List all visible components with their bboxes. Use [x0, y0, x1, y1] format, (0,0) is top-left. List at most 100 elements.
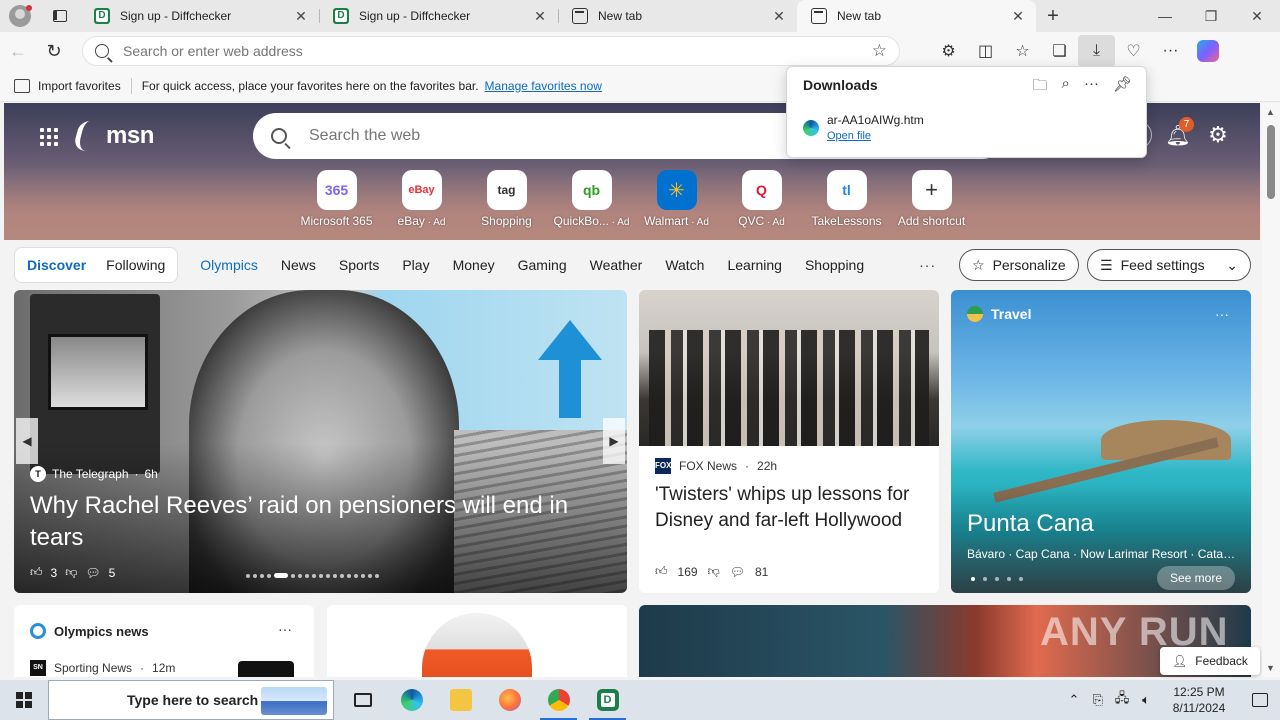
shortcut-takelessons[interactable]: tl TakeLessons: [804, 170, 889, 228]
shortcut-ebay[interactable]: eBay eBay · Ad: [379, 170, 464, 228]
restore-button[interactable]: ❐: [1188, 0, 1234, 32]
tab-newtab-active[interactable]: New tab ✕: [797, 0, 1036, 32]
tab-newtab-1[interactable]: New tab ✕: [558, 0, 797, 32]
chrome-icon[interactable]: [534, 680, 583, 720]
feed-settings-button[interactable]: ☰ Feed settings ⌄: [1087, 249, 1251, 281]
pin-icon[interactable]: 📌︎: [1113, 75, 1132, 100]
msn-logo[interactable]: msn: [71, 121, 154, 151]
nav-gaming[interactable]: Gaming: [518, 257, 567, 273]
shortcut-add[interactable]: + Add shortcut: [889, 170, 974, 228]
profile-button[interactable]: [0, 0, 40, 32]
back-button[interactable]: ←: [0, 35, 36, 67]
tab-diffchecker-1[interactable]: D Sign up - Diffchecker ✕: [80, 0, 319, 32]
address-bar[interactable]: ☆: [82, 36, 900, 66]
new-tab-button[interactable]: +: [1036, 0, 1070, 32]
extensions-icon[interactable]: ⚙: [930, 35, 967, 67]
performance-icon[interactable]: ♡: [1115, 35, 1152, 67]
close-icon[interactable]: ✕: [532, 8, 548, 25]
network-icon[interactable]: 🖧︎: [1110, 689, 1134, 711]
task-view-icon[interactable]: [338, 680, 387, 720]
feedback-button[interactable]: 👤︎ Feedback: [1160, 647, 1260, 675]
diffchecker-taskbar-icon[interactable]: D: [583, 680, 632, 720]
like-icon[interactable]: 👍︎: [655, 564, 668, 579]
close-icon[interactable]: ✕: [293, 8, 309, 25]
more-options-icon[interactable]: ···: [278, 621, 292, 637]
scroll-up-arrow[interactable]: ▲: [1266, 107, 1275, 117]
shortcut-shopping[interactable]: tag Shopping: [464, 170, 549, 228]
nav-news[interactable]: News: [281, 257, 316, 273]
shortcut-qvc[interactable]: Q QVC · Ad: [719, 170, 804, 228]
story-headline[interactable]: 'Twisters' whips up lessons for Disney a…: [655, 482, 925, 534]
search-icon[interactable]: ⌕: [1062, 75, 1070, 100]
more-menu-icon[interactable]: ···: [1152, 35, 1189, 67]
shortcut-walmart[interactable]: ✳ Walmart · Ad: [634, 170, 719, 228]
more-categories-button[interactable]: ···: [919, 257, 936, 273]
tab-discover[interactable]: Discover: [27, 257, 86, 273]
comment-icon[interactable]: 💬︎: [85, 566, 100, 580]
minimize-button[interactable]: —: [1142, 0, 1188, 32]
chevron-up-icon[interactable]: ⌃: [1062, 692, 1086, 708]
volume-icon[interactable]: 🔈︎: [1134, 692, 1158, 708]
nav-shopping[interactable]: Shopping: [805, 257, 864, 273]
carousel-prev-button[interactable]: ◀: [16, 418, 38, 464]
split-screen-icon[interactable]: ◫: [967, 35, 1004, 67]
carousel-next-button[interactable]: ▶: [603, 418, 625, 464]
folder-icon[interactable]: 🗀︎: [1033, 75, 1048, 100]
start-button[interactable]: [0, 680, 48, 720]
download-item[interactable]: ar-AA1oAIWg.htm Open file: [803, 113, 924, 142]
story-headline[interactable]: Why Rachel Reeves’ raid on pensioners wi…: [30, 490, 610, 554]
apps-grid-icon[interactable]: [40, 128, 58, 146]
copilot-button[interactable]: [1189, 35, 1226, 67]
scrollbar-thumb[interactable]: [1267, 125, 1275, 199]
dislike-icon[interactable]: 👎︎: [708, 564, 720, 579]
nav-play[interactable]: Play: [402, 257, 429, 273]
tab-actions-button[interactable]: [40, 0, 80, 32]
tab-diffchecker-2[interactable]: D Sign up - Diffchecker ✕: [319, 0, 558, 32]
close-icon[interactable]: ✕: [771, 8, 787, 25]
nav-olympics[interactable]: Olympics: [200, 257, 258, 273]
favorite-star-icon[interactable]: ☆: [872, 41, 887, 61]
personalize-button[interactable]: ☆ Personalize: [959, 249, 1079, 281]
olympics-news-card[interactable]: Olympics news ··· SN Sporting News · 12m: [14, 605, 314, 677]
settings-gear-icon[interactable]: ⚙: [1204, 121, 1232, 149]
more-options-icon[interactable]: ···: [1084, 75, 1099, 100]
travel-card[interactable]: Travel ··· Punta Cana Bávaro · Cap Cana …: [951, 290, 1251, 593]
comment-icon[interactable]: 💬︎: [730, 565, 745, 579]
news-card-fox[interactable]: FOX FOX News · 22h 'Twisters' whips up l…: [639, 290, 939, 593]
nav-learning[interactable]: Learning: [727, 257, 782, 273]
import-favorites-button[interactable]: Import favorites: [14, 78, 121, 93]
close-window-button[interactable]: ✕: [1234, 0, 1280, 32]
tab-following[interactable]: Following: [106, 257, 165, 273]
clock[interactable]: 12:25 PM 8/11/2024: [1158, 684, 1240, 716]
notification-center-icon[interactable]: [1240, 680, 1280, 720]
manage-favorites-link[interactable]: Manage favorites now: [485, 79, 602, 93]
file-explorer-icon[interactable]: [436, 680, 485, 720]
firefox-icon[interactable]: [485, 680, 534, 720]
dislike-icon[interactable]: 👎︎: [65, 565, 77, 580]
shortcut-quickbooks[interactable]: qb QuickBo... · Ad: [549, 170, 634, 228]
address-input[interactable]: [123, 43, 872, 59]
shortcut-microsoft365[interactable]: 365 Microsoft 365: [294, 170, 379, 228]
close-icon[interactable]: ✕: [1010, 8, 1026, 25]
like-icon[interactable]: 👍︎: [30, 565, 43, 580]
notifications-button[interactable]: 🔔︎ 7: [1164, 117, 1194, 149]
nav-weather[interactable]: Weather: [590, 257, 643, 273]
collections-icon[interactable]: ❏: [1041, 35, 1078, 67]
favorites-icon[interactable]: ☆: [1004, 35, 1041, 67]
downloads-icon[interactable]: ⤓: [1078, 35, 1115, 67]
nav-sports[interactable]: Sports: [339, 257, 379, 273]
see-more-button[interactable]: See more: [1156, 566, 1235, 590]
open-file-link[interactable]: Open file: [827, 130, 924, 142]
page-scrollbar[interactable]: ▲ ▼: [1262, 103, 1280, 677]
top-story-card[interactable]: ◀ ▶ T The Telegraph · 6h Why Rachel Reev…: [14, 290, 627, 593]
nav-watch[interactable]: Watch: [665, 257, 704, 273]
nav-money[interactable]: Money: [453, 257, 495, 273]
window-controls: — ❐ ✕: [1142, 0, 1280, 32]
taskbar-search[interactable]: Type here to search: [48, 680, 334, 720]
scroll-down-arrow[interactable]: ▼: [1266, 663, 1275, 673]
more-options-icon[interactable]: ···: [1215, 306, 1229, 322]
meet-now-icon[interactable]: ⎘: [1086, 692, 1110, 708]
refresh-button[interactable]: ↻: [36, 35, 72, 67]
ad-card-helmet[interactable]: [327, 605, 627, 677]
edge-taskbar-icon[interactable]: [387, 680, 436, 720]
